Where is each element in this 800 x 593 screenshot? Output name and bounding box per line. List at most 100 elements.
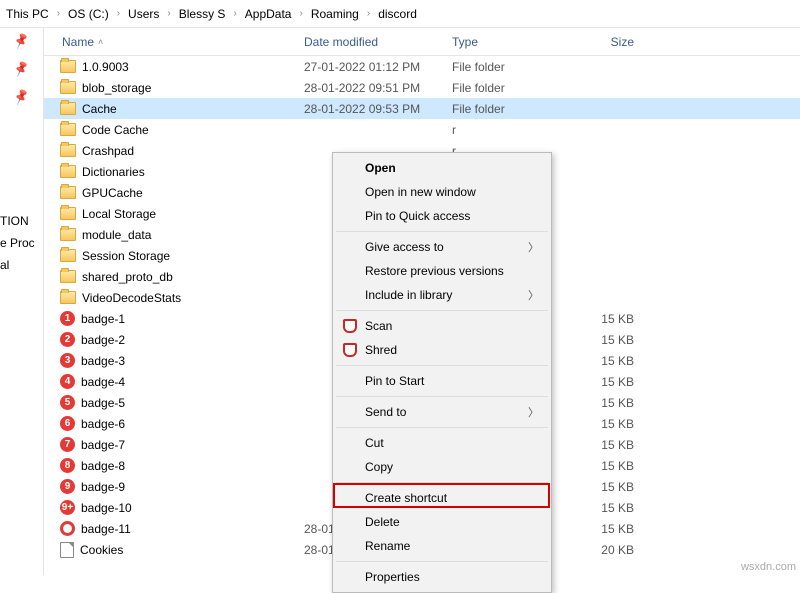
badge-icon: 4 [60,374,75,389]
breadcrumb[interactable]: This PC›OS (C:)›Users›Blessy S›AppData›R… [0,0,800,28]
file-name: badge-1 [81,312,125,326]
file-name: module_data [82,228,151,242]
file-name: Cache [82,102,117,116]
menu-pin-start[interactable]: Pin to Start [335,369,549,393]
folder-icon [60,186,76,199]
badge-icon: 1 [60,311,75,326]
menu-create-shortcut[interactable]: Create shortcut [335,486,549,510]
file-name: Cookies [80,543,123,557]
menu-properties[interactable]: Properties [335,565,549,589]
badge-icon: 6 [60,416,75,431]
breadcrumb-segment[interactable]: Users [126,7,161,21]
folder-icon [60,60,76,73]
file-date: 27-01-2022 01:12 PM [304,60,452,74]
file-name: VideoDecodeStats [82,291,181,305]
file-date: 28-01-2022 09:53 PM [304,102,452,116]
file-icon [60,542,74,558]
file-name: badge-11 [81,522,131,536]
file-name: blob_storage [82,81,151,95]
file-row[interactable]: blob_storage28-01-2022 09:51 PMFile fold… [44,77,800,98]
folder-icon [60,165,76,178]
breadcrumb-segment[interactable]: This PC [4,7,51,21]
col-name[interactable]: Name [62,35,94,49]
menu-separator [336,310,548,311]
file-size: 15 KB [564,417,646,431]
file-size: 15 KB [564,459,646,473]
col-size[interactable]: Size [564,35,646,49]
folder-icon [60,207,76,220]
file-name: badge-4 [81,375,125,389]
file-name: Dictionaries [82,165,145,179]
menu-delete[interactable]: Delete [335,510,549,534]
pin-icon[interactable]: 📌 [12,60,31,78]
breadcrumb-segment[interactable]: OS (C:) [66,7,111,21]
file-name: GPUCache [82,186,143,200]
menu-send-to[interactable]: Send to〉 [335,400,549,424]
chevron-right-icon: › [161,8,176,19]
breadcrumb-segment[interactable]: AppData [243,7,294,21]
submenu-arrow-icon: 〉 [528,404,539,420]
badge-icon: 7 [60,437,75,452]
menu-pin-quick-access[interactable]: Pin to Quick access [335,204,549,228]
folder-icon [60,228,76,241]
menu-separator [336,396,548,397]
col-type[interactable]: Type [452,35,564,49]
badge-icon: 3 [60,353,75,368]
chevron-right-icon: › [293,8,308,19]
file-name: Code Cache [82,123,149,137]
column-headers[interactable]: Name ˄ Date modified Type Size [44,28,800,56]
file-size: 15 KB [564,480,646,494]
badge-icon: 5 [60,395,75,410]
quick-access-bar: 📌 📌 📌 [0,28,44,575]
sort-indicator-icon: ˄ [98,37,103,47]
file-size: 15 KB [564,333,646,347]
folder-icon [60,81,76,94]
breadcrumb-segment[interactable]: discord [376,7,419,21]
pin-icon[interactable]: 📌 [12,32,31,50]
file-name: shared_proto_db [82,270,173,284]
menu-scan[interactable]: Scan [335,314,549,338]
badge-ring-icon [60,521,75,536]
file-size: 15 KB [564,438,646,452]
menu-give-access[interactable]: Give access to〉 [335,235,549,259]
file-size: 15 KB [564,396,646,410]
menu-restore-versions[interactable]: Restore previous versions [335,259,549,283]
file-size: 15 KB [564,501,646,515]
breadcrumb-segment[interactable]: Roaming [309,7,361,21]
file-type: File folder [452,81,564,95]
file-size: 20 KB [564,543,646,557]
file-name: Local Storage [82,207,156,221]
file-name: badge-9 [81,480,125,494]
folder-icon [60,249,76,262]
file-name: badge-3 [81,354,125,368]
chevron-right-icon: › [51,8,66,19]
menu-rename[interactable]: Rename [335,534,549,558]
file-row[interactable]: Cache28-01-2022 09:53 PMFile folder [44,98,800,119]
file-type: r [452,123,564,137]
context-menu: Open Open in new window Pin to Quick acc… [332,152,552,593]
menu-copy[interactable]: Copy [335,455,549,479]
file-row[interactable]: 1.0.900327-01-2022 01:12 PMFile folder [44,56,800,77]
col-date[interactable]: Date modified [304,35,452,49]
menu-open[interactable]: Open [335,156,549,180]
menu-shred[interactable]: Shred [335,338,549,362]
badge-icon: 9 [60,479,75,494]
breadcrumb-segment[interactable]: Blessy S [177,7,228,21]
menu-separator [336,561,548,562]
file-name: badge-10 [81,501,132,515]
file-name: badge-7 [81,438,125,452]
folder-icon [60,144,76,157]
chevron-right-icon: › [111,8,126,19]
file-name: Session Storage [82,249,170,263]
folder-icon [60,102,76,115]
file-name: badge-6 [81,417,125,431]
file-name: badge-8 [81,459,125,473]
pin-icon[interactable]: 📌 [12,88,31,106]
menu-include-library[interactable]: Include in library〉 [335,283,549,307]
menu-open-new-window[interactable]: Open in new window [335,180,549,204]
shield-icon [343,319,357,333]
file-row[interactable]: Code Cache r [44,119,800,140]
menu-cut[interactable]: Cut [335,431,549,455]
menu-separator [336,231,548,232]
chevron-right-icon: › [361,8,376,19]
